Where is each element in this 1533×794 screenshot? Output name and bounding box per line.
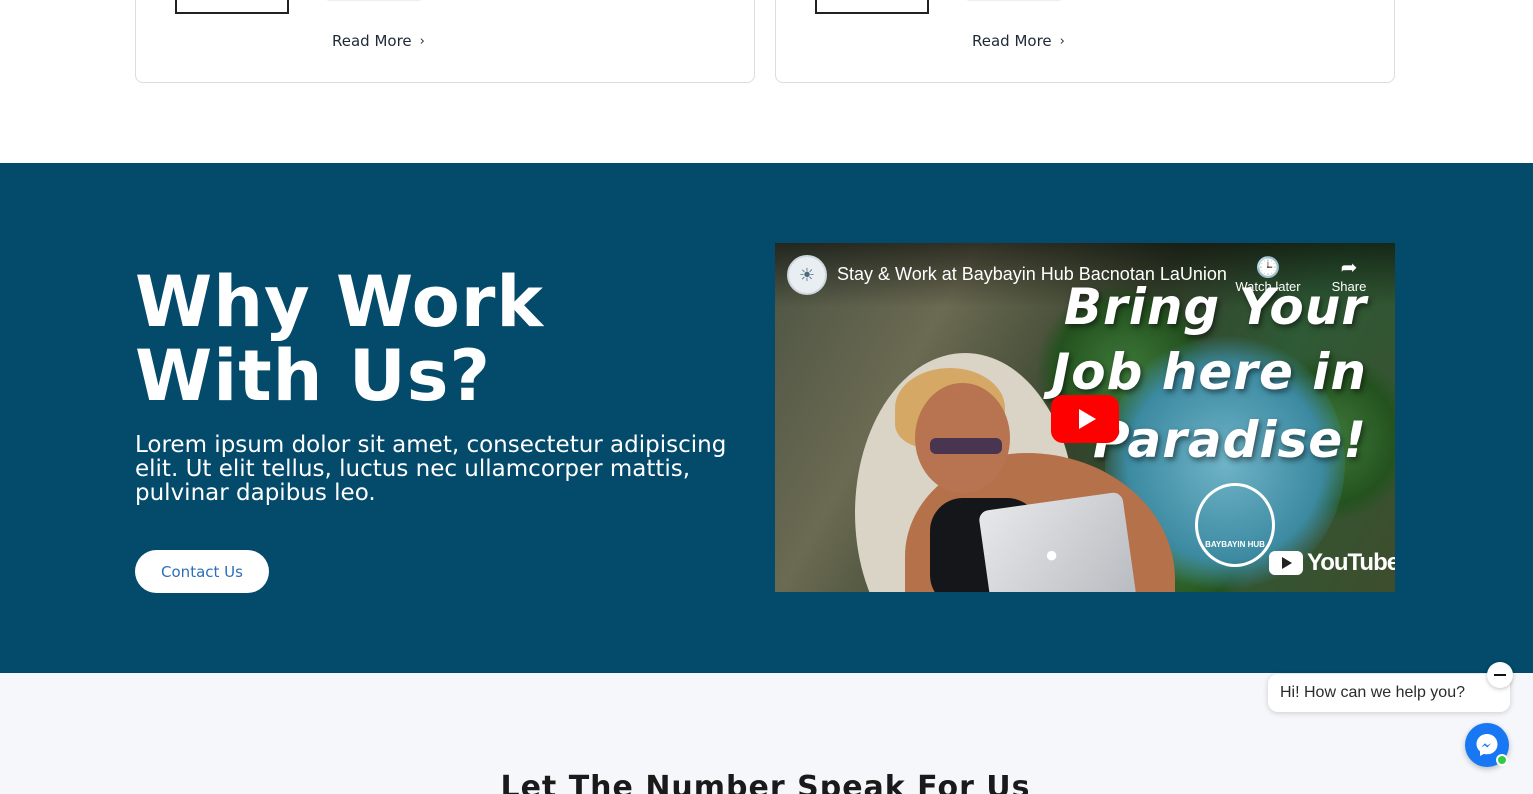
youtube-wordmark: YouTube bbox=[1307, 549, 1395, 576]
chat-greeting-bubble[interactable]: Hi! How can we help you? bbox=[1268, 674, 1510, 712]
play-icon bbox=[1078, 409, 1096, 429]
clock-icon: 🕒 bbox=[1255, 257, 1281, 279]
read-more-link[interactable]: Read More › bbox=[332, 32, 425, 50]
sunglasses bbox=[930, 438, 1002, 454]
chevron-right-icon: › bbox=[419, 33, 425, 49]
services-cards-section: Read More › Read More › bbox=[0, 0, 1533, 163]
apple-logo-icon: ● bbox=[1043, 541, 1060, 568]
numbers-heading-text: Let The Number Speak For Us bbox=[500, 770, 1031, 794]
minus-icon bbox=[1494, 674, 1506, 676]
youtube-video-embed[interactable]: ● ☀ Stay & Work at Baybayin Hub Bacnotan… bbox=[775, 243, 1395, 592]
numbers-heading: Let The Number Speak For Us bbox=[0, 770, 1533, 794]
chat-minimize-button[interactable] bbox=[1487, 662, 1513, 688]
contact-us-button[interactable]: Contact Us bbox=[135, 550, 269, 593]
section-heading: Why Work With Us? bbox=[135, 265, 755, 413]
share-arrow-icon: ➦ bbox=[1340, 257, 1358, 279]
youtube-logo[interactable]: YouTube bbox=[1269, 549, 1395, 577]
messenger-icon bbox=[1476, 734, 1498, 756]
heading-line-2: With Us? bbox=[135, 335, 491, 417]
card-button-outline[interactable] bbox=[175, 0, 289, 14]
channel-avatar[interactable]: ☀ bbox=[787, 255, 827, 295]
service-card: Read More › bbox=[775, 0, 1395, 83]
online-status-dot bbox=[1496, 754, 1508, 766]
section-description: Lorem ipsum dolor sit amet, consectetur … bbox=[135, 432, 727, 506]
youtube-play-icon bbox=[1269, 551, 1303, 575]
thumbnail-headline-line-3: Paradise! bbox=[1093, 411, 1367, 469]
read-more-link[interactable]: Read More › bbox=[972, 32, 1065, 50]
why-work-with-us-section: Why Work With Us? Lorem ipsum dolor sit … bbox=[0, 163, 1533, 673]
read-more-label: Read More bbox=[332, 32, 412, 50]
play-button[interactable] bbox=[1051, 395, 1119, 443]
read-more-label: Read More bbox=[972, 32, 1052, 50]
thumbnail-headline-line-2: Job here in bbox=[1051, 343, 1367, 401]
heading-line-1: Why Work bbox=[135, 261, 544, 343]
card-button-outline[interactable] bbox=[815, 0, 929, 14]
card-text-fragment bbox=[326, 0, 422, 1]
messenger-chat-button[interactable] bbox=[1465, 723, 1509, 767]
baybayin-hub-logo: BAYBAYIN HUB bbox=[1195, 483, 1275, 567]
service-card: Read More › bbox=[135, 0, 755, 83]
thumbnail-headline-line-1: Bring Your bbox=[1063, 278, 1367, 336]
card-text-fragment bbox=[966, 0, 1062, 1]
chevron-right-icon: › bbox=[1059, 33, 1065, 49]
